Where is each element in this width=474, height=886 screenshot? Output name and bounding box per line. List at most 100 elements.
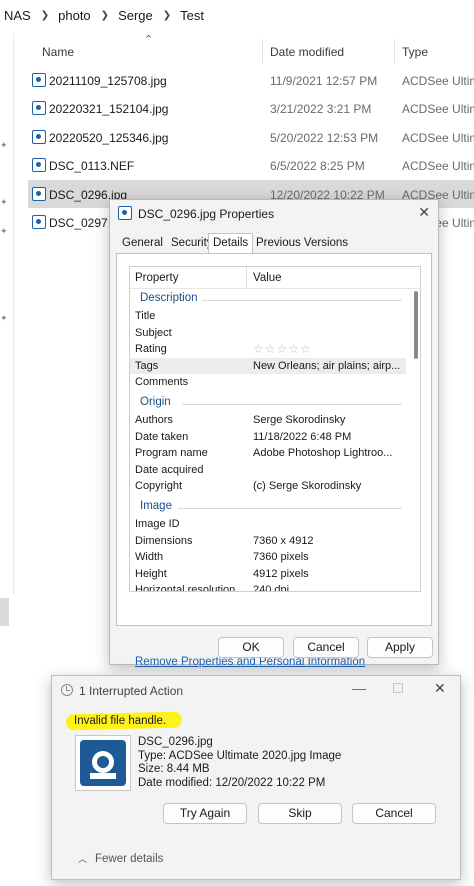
property-name: Rating [135, 343, 167, 355]
chevron-right-icon[interactable]: ❯ [41, 10, 49, 21]
grid-scrollbar[interactable] [414, 291, 418, 359]
column-divider[interactable] [394, 39, 395, 63]
skip-button[interactable]: Skip [258, 803, 342, 824]
property-value: Serge Skorodinsky [253, 414, 346, 426]
properties-title: DSC_0296.jpg Properties [138, 207, 275, 221]
file-row[interactable]: 20220520_125346.jpg 5/20/2022 12:53 PM A… [28, 123, 474, 151]
section-divider [182, 404, 402, 405]
property-row-date-taken[interactable]: Date taken 11/18/2022 6:48 PM [130, 429, 406, 446]
image-file-icon [118, 206, 132, 220]
property-name: Comments [135, 376, 189, 388]
file-type: ACDSee Ultimate [402, 131, 474, 145]
properties-titlebar[interactable]: DSC_0296.jpg Properties ✕ [110, 200, 438, 228]
column-header-type[interactable]: Type [402, 45, 428, 59]
property-row-height[interactable]: Height 4912 pixels [130, 566, 406, 583]
file-row[interactable]: DSC_0113.NEF 6/5/2022 8:25 PM ACDSee Ult… [28, 151, 474, 179]
navigation-pane-scrollbar[interactable] [0, 598, 9, 626]
chevron-up-icon: ︿ [78, 854, 88, 864]
cancel-button[interactable]: Cancel [352, 803, 436, 824]
pin-icon: ✦ [0, 226, 8, 236]
property-name: Dimensions [135, 534, 193, 547]
property-name: Tags [135, 359, 159, 372]
property-row-copyright[interactable]: Copyright (c) Serge Skorodinsky [130, 478, 406, 495]
file-type: ACDSee Ultimate [402, 102, 474, 116]
chevron-right-icon[interactable]: ❯ [101, 10, 109, 21]
image-file-icon [32, 130, 46, 144]
tab-previous-versions[interactable]: Previous Versions [252, 235, 352, 251]
property-row-image-id[interactable]: Image ID [130, 516, 406, 533]
property-row-authors[interactable]: Authors Serge Skorodinsky [130, 412, 406, 429]
property-name: Program name [135, 447, 208, 459]
section-description: Description [140, 292, 198, 304]
property-value: 240 dpi [253, 584, 290, 592]
section-image: Image [140, 500, 172, 512]
property-row-subject[interactable]: Subject [130, 325, 406, 342]
file-name: 20211109_125708.jpg [49, 74, 167, 88]
file-info: DSC_0296.jpg Type: ACDSee Ultimate 2020.… [138, 736, 341, 790]
grid-header-value[interactable]: Value [253, 272, 282, 284]
file-row[interactable]: 20220321_152104.jpg 3/21/2022 3:21 PM AC… [28, 94, 474, 122]
property-row-comments[interactable]: Comments [130, 374, 406, 391]
property-value: Adobe Photoshop Lightroo... [253, 447, 393, 459]
chevron-right-icon[interactable]: ❯ [163, 10, 171, 21]
property-row-rating[interactable]: Rating ☆☆☆☆☆ [130, 341, 406, 358]
property-value: (c) Serge Skorodinsky [253, 480, 362, 492]
property-row-horizontal-resolution[interactable]: Horizontal resolution 240 dpi [130, 582, 406, 592]
property-value: New Orleans; air plains; airp... [253, 359, 401, 372]
property-row-dimensions[interactable]: Dimensions 7360 x 4912 [130, 533, 406, 550]
navigation-pane-divider [13, 34, 14, 594]
column-divider[interactable] [262, 39, 263, 63]
property-name: Height [135, 567, 167, 580]
property-value: 4912 pixels [253, 567, 309, 580]
ok-button[interactable]: OK [218, 637, 284, 658]
close-icon[interactable]: ✕ [418, 204, 430, 221]
grid-header: Property Value [130, 267, 420, 289]
image-file-icon [32, 73, 46, 87]
properties-dialog: DSC_0296.jpg Properties ✕ General Securi… [109, 199, 439, 668]
acdsee-file-icon [75, 735, 131, 791]
property-name: Authors [135, 414, 173, 426]
fewer-details-toggle[interactable]: ︿ Fewer details [78, 852, 163, 865]
maximize-icon[interactable] [393, 683, 403, 693]
file-date-modified: Date modified: 12/20/2022 10:22 PM [138, 776, 326, 789]
property-row-date-acquired[interactable]: Date acquired [130, 462, 406, 479]
column-header-date-modified[interactable]: Date modified [270, 45, 344, 59]
property-name: Copyright [135, 480, 183, 492]
file-type: ACDSee Ultimate [402, 159, 474, 173]
file-date: 11/9/2021 12:57 PM [270, 74, 378, 88]
section-origin: Origin [140, 396, 171, 408]
sort-ascending-icon: ⌃ [144, 34, 154, 46]
property-row-program-name[interactable]: Program name Adobe Photoshop Lightroo... [130, 445, 406, 462]
file-name: 20220520_125346.jpg [49, 131, 169, 145]
file-row[interactable]: 20211109_125708.jpg 11/9/2021 12:57 PM A… [28, 66, 474, 94]
column-header-name[interactable]: Name [42, 45, 74, 59]
section-divider [178, 508, 402, 509]
breadcrumb-item-test[interactable]: Test [180, 8, 204, 23]
apply-button[interactable]: Apply [367, 637, 433, 658]
property-row-title[interactable]: Title [130, 308, 406, 325]
breadcrumb-item-serge[interactable]: Serge [118, 8, 153, 23]
details-panel: Property Value Description Title Subject… [116, 253, 432, 668]
property-value: 11/18/2022 6:48 PM [253, 430, 352, 443]
fewer-details-label: Fewer details [95, 853, 164, 865]
file-name: 20220321_152104.jpg [49, 102, 169, 116]
close-icon[interactable]: ✕ [434, 680, 446, 697]
property-row-tags[interactable]: Tags New Orleans; air plains; airp... [130, 357, 406, 374]
property-name: Subject [135, 326, 172, 339]
breadcrumb-item-nas[interactable]: NAS [4, 8, 31, 23]
property-grid: Property Value Description Title Subject… [129, 266, 421, 592]
property-row-width[interactable]: Width 7360 pixels [130, 549, 406, 566]
section-divider [202, 300, 402, 301]
breadcrumb-item-photo[interactable]: photo [58, 8, 91, 23]
file-date: 6/5/2022 8:25 PM [270, 159, 365, 173]
tab-general[interactable]: General [118, 235, 167, 251]
property-name: Width [135, 551, 164, 563]
tab-details[interactable]: Details [208, 233, 254, 255]
minimize-icon[interactable]: — [352, 680, 366, 696]
property-name: Image ID [135, 518, 180, 530]
cancel-button[interactable]: Cancel [293, 637, 359, 658]
try-again-button[interactable]: Try Again [163, 803, 247, 824]
grid-header-property[interactable]: Property [135, 272, 178, 284]
column-divider[interactable] [246, 267, 247, 289]
rating-stars[interactable]: ☆☆☆☆☆ [253, 341, 405, 357]
